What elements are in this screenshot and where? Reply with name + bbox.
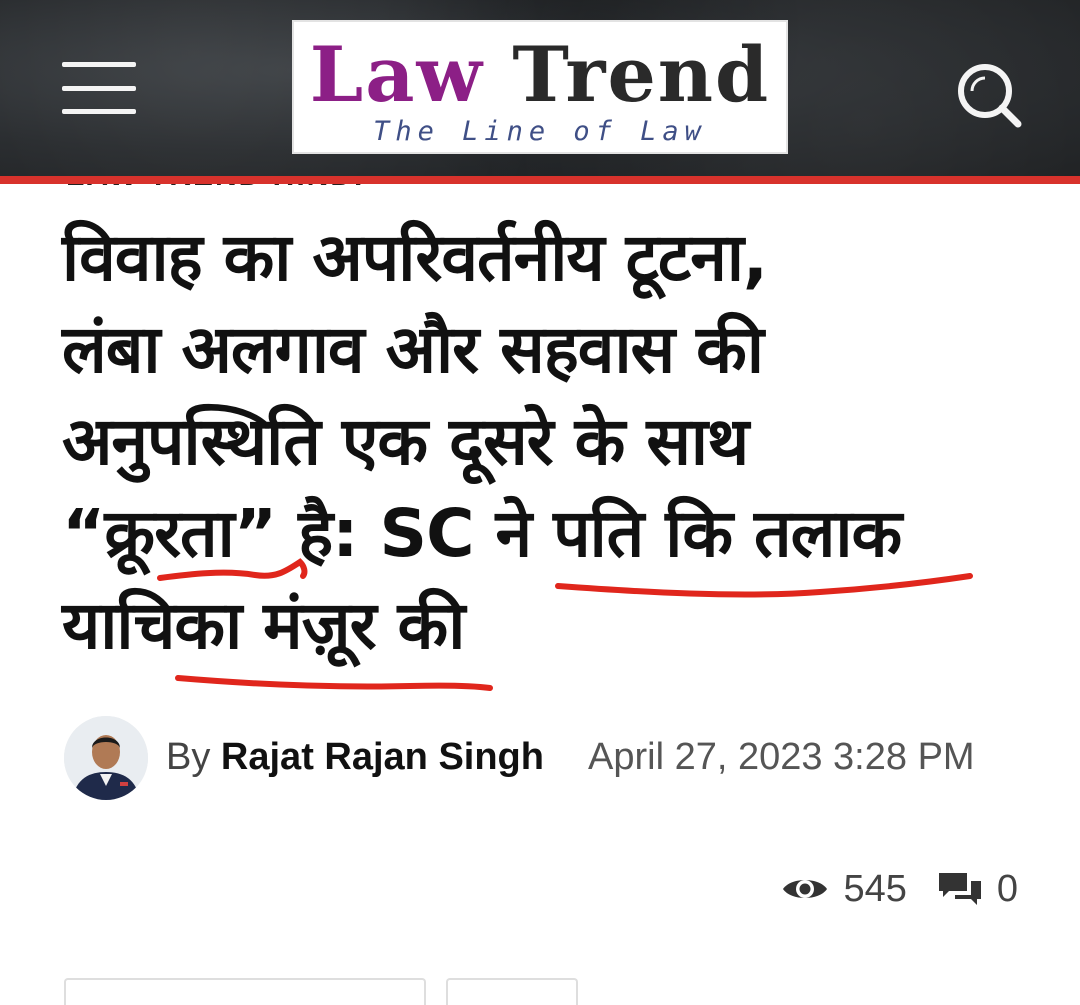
headline-line: विवाह का अपरिवर्तनीय टूटना, (62, 219, 768, 296)
views-stat: 545 (781, 867, 907, 911)
views-count: 545 (843, 867, 907, 910)
comments-stat[interactable]: 0 (937, 868, 1018, 911)
article-page: Law Trend The Line of Law LAW TREND HIND… (0, 0, 1080, 1005)
author-name-link[interactable]: Rajat Rajan Singh (221, 736, 544, 778)
menu-bar (62, 85, 136, 91)
headline-line: अनुपस्थिति एक दूसरे के साथ (62, 403, 749, 480)
comment-icon (938, 873, 981, 905)
header-accent-line (0, 176, 1080, 184)
headline-line: “क्रूरता” है: SC ने पति कि तलाक (62, 495, 902, 572)
share-button[interactable] (64, 978, 426, 1005)
logo-tagline: The Line of Law (373, 116, 707, 147)
share-button[interactable] (446, 978, 578, 1005)
comments-count: 0 (996, 867, 1018, 910)
author-avatar[interactable] (64, 716, 148, 800)
headline-line: याचिका मंज़ूर की (62, 587, 465, 664)
logo-word-trend: Trend (512, 30, 771, 119)
byline: By Rajat Rajan Singh (166, 734, 544, 780)
logo-title: Law Trend (294, 34, 786, 116)
eye-icon (783, 880, 828, 898)
site-logo[interactable]: Law Trend The Line of Law (292, 20, 788, 154)
search-icon[interactable] (952, 58, 1024, 130)
site-header: Law Trend The Line of Law (0, 0, 1080, 176)
post-date: April 27, 2023 3:28 PM (588, 736, 975, 778)
article-headline: विवाह का अपरिवर्तनीय टूटना, लंबा अलगाव औ… (62, 212, 1022, 672)
byline-prefix: By (166, 736, 211, 778)
underline-mark (175, 675, 493, 691)
headline-line: लंबा अलगाव और सहवास की (62, 311, 764, 388)
menu-bar (62, 62, 136, 67)
hamburger-menu-icon[interactable] (62, 62, 136, 114)
logo-word-law: Law (309, 30, 484, 119)
post-stats: 545 0 (781, 866, 1018, 912)
menu-bar (62, 109, 136, 114)
